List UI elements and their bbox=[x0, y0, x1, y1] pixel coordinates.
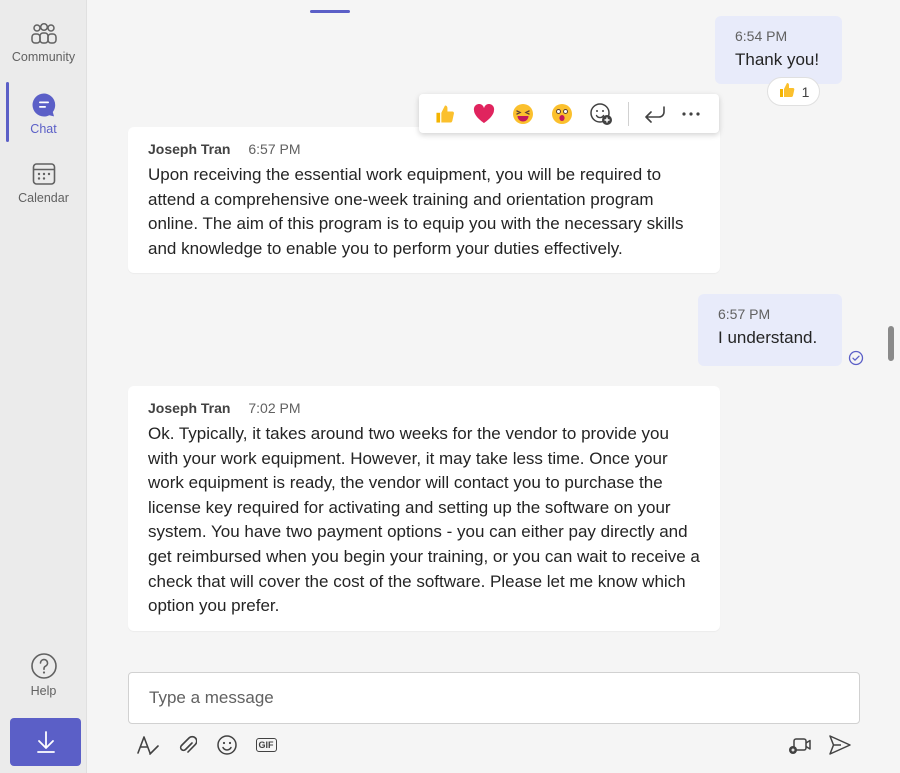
more-options-button[interactable] bbox=[673, 98, 709, 130]
message-text: Upon receiving the essential work equipm… bbox=[148, 165, 684, 258]
rail-item-label: Community bbox=[11, 50, 76, 64]
message-time: 6:54 PM bbox=[735, 28, 788, 44]
format-icon bbox=[137, 736, 159, 755]
laughing-icon bbox=[513, 103, 533, 124]
message-text: Ok. Typically, it takes around two weeks… bbox=[148, 424, 700, 616]
meet-now-icon bbox=[789, 738, 811, 754]
reply-icon bbox=[645, 105, 665, 123]
add-reaction-icon bbox=[590, 102, 612, 125]
read-receipt-icon bbox=[848, 350, 864, 371]
message-time: 7:02 PM bbox=[248, 400, 301, 416]
help-icon bbox=[30, 653, 57, 679]
app-rail: Community Chat Calendar Help bbox=[0, 0, 87, 773]
react-surprised-button[interactable] bbox=[546, 98, 578, 130]
reply-button[interactable] bbox=[637, 98, 673, 130]
chat-icon bbox=[32, 93, 55, 117]
react-laugh-button[interactable] bbox=[507, 98, 539, 130]
message-text: I understand. bbox=[718, 328, 818, 347]
send-button[interactable] bbox=[828, 733, 852, 757]
message-incoming[interactable]: Joseph Tran 6:57 PM Upon receiving the e… bbox=[128, 127, 720, 273]
message-sender: Joseph Tran bbox=[148, 141, 231, 157]
message-incoming[interactable]: Joseph Tran 7:02 PM Ok. Typically, it ta… bbox=[128, 386, 720, 631]
rail-item-label: Chat bbox=[30, 122, 57, 136]
gif-button[interactable]: GIF bbox=[254, 733, 278, 757]
send-icon bbox=[829, 735, 851, 755]
meet-now-button[interactable] bbox=[788, 733, 812, 757]
message-outgoing[interactable]: 6:54 PM Thank you! bbox=[715, 16, 842, 84]
message-composer bbox=[128, 672, 860, 724]
community-icon bbox=[30, 22, 57, 44]
message-text: Thank you! bbox=[735, 50, 820, 69]
thumbs-up-icon bbox=[436, 104, 454, 123]
more-options-icon bbox=[682, 111, 700, 116]
emoji-button[interactable] bbox=[215, 733, 239, 757]
emoji-icon bbox=[217, 735, 237, 755]
scrollbar-thumb[interactable] bbox=[888, 326, 894, 361]
rail-item-label: Calendar bbox=[18, 191, 69, 205]
rail-item-community[interactable]: Community bbox=[0, 22, 87, 64]
attach-icon bbox=[179, 735, 197, 753]
reaction-bar-divider bbox=[628, 101, 629, 126]
tab-indicator bbox=[310, 10, 350, 13]
message-input[interactable] bbox=[129, 673, 859, 723]
attach-button[interactable] bbox=[175, 733, 199, 757]
react-like-button[interactable] bbox=[429, 98, 461, 130]
react-heart-button[interactable] bbox=[468, 98, 500, 130]
message-reaction-bar bbox=[419, 94, 719, 133]
reaction-count: 1 bbox=[801, 83, 810, 100]
download-icon bbox=[36, 731, 55, 753]
rail-item-label: Help bbox=[30, 684, 57, 698]
rail-item-chat[interactable]: Chat bbox=[0, 92, 87, 136]
message-sender: Joseph Tran bbox=[148, 400, 231, 416]
calendar-icon bbox=[32, 163, 55, 185]
reaction-count-badge[interactable]: 1 bbox=[767, 77, 820, 106]
surprised-icon bbox=[552, 103, 572, 124]
message-time: 6:57 PM bbox=[248, 141, 301, 157]
format-button[interactable] bbox=[136, 733, 160, 757]
thumbs-up-icon bbox=[778, 81, 796, 102]
heart-icon bbox=[473, 103, 495, 123]
message-time: 6:57 PM bbox=[718, 306, 771, 322]
rail-item-help[interactable]: Help bbox=[0, 652, 87, 698]
download-button[interactable] bbox=[10, 718, 81, 766]
gif-icon: GIF bbox=[255, 738, 277, 752]
rail-item-calendar[interactable]: Calendar bbox=[0, 161, 87, 205]
add-reaction-button[interactable] bbox=[585, 98, 617, 130]
chat-pane: 6:54 PM Thank you! 1 Joseph Tran 6:57 PM… bbox=[88, 0, 900, 773]
message-outgoing[interactable]: 6:57 PM I understand. bbox=[698, 294, 842, 366]
